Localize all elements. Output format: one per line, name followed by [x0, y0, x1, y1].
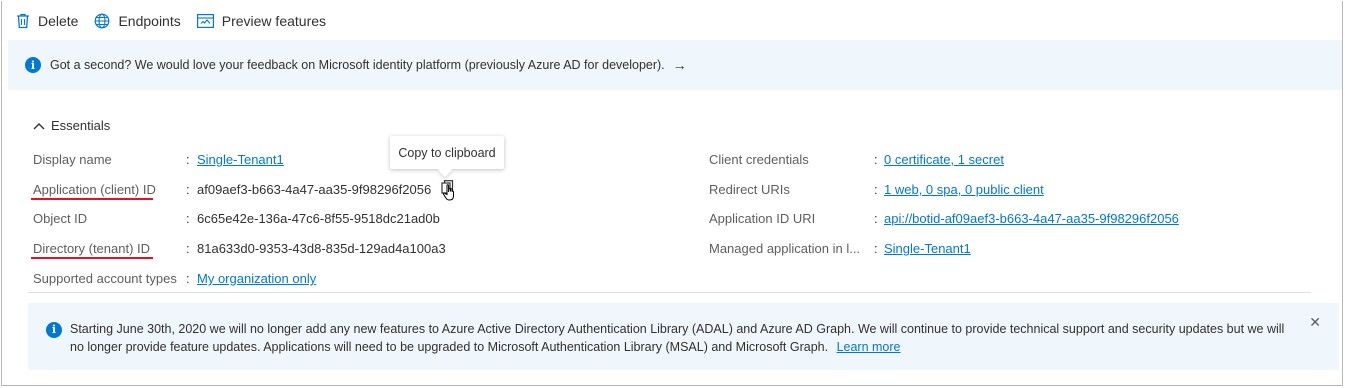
preview-features-label: Preview features — [221, 13, 327, 29]
app-id-uri-row: Application ID URI — [709, 208, 815, 228]
endpoints-label: Endpoints — [118, 13, 181, 29]
delete-button[interactable]: Delete — [16, 13, 78, 29]
essentials-toggle[interactable]: Essentials — [33, 118, 110, 133]
managed-app-row: Managed application in l... — [709, 238, 860, 258]
colon: : — [874, 241, 878, 256]
colon: : — [874, 152, 878, 167]
tenant-id-label: Directory (tenant) ID — [33, 240, 151, 256]
tooltip-text: Copy to clipboard — [398, 145, 496, 160]
copy-icon[interactable] — [441, 180, 459, 208]
arrow-right-icon[interactable]: → — [673, 57, 687, 73]
display-name-row: Display name — [33, 149, 112, 169]
tenant-id-highlight — [31, 257, 153, 259]
client-credentials-link[interactable]: 0 certificate, 1 secret — [884, 152, 1004, 167]
managed-app-link[interactable]: Single-Tenant1 — [884, 241, 971, 256]
client-id-row: Application (client) ID — [33, 179, 156, 199]
colon: : — [186, 271, 190, 286]
colon: : — [874, 182, 878, 197]
info-icon: i — [25, 57, 41, 73]
display-name-link[interactable]: Single-Tenant1 — [197, 152, 284, 167]
object-id-label: Object ID — [33, 210, 88, 226]
account-types-link[interactable]: My organization only — [197, 271, 316, 286]
client-credentials-label: Client credentials — [709, 151, 809, 167]
app-id-uri-label: Application ID URI — [709, 210, 816, 226]
preview-icon — [196, 14, 214, 28]
redirect-uris-link[interactable]: 1 web, 0 spa, 0 public client — [884, 182, 1044, 197]
delete-label: Delete — [38, 13, 79, 29]
preview-features-button[interactable]: Preview features — [196, 13, 327, 29]
client-id-value: af09aef3-b663-4a47-aa35-9f98296f2056 — [197, 182, 432, 197]
chevron-up-icon — [33, 122, 45, 129]
globe-icon — [95, 13, 110, 29]
copy-tooltip: Copy to clipboard — [390, 136, 504, 169]
managed-app-label: Managed application in l... — [709, 240, 861, 256]
trash-icon — [17, 13, 29, 29]
close-icon[interactable]: ✕ — [1309, 313, 1321, 331]
colon: : — [186, 241, 190, 256]
info-icon: i — [46, 322, 62, 338]
learn-more-link[interactable]: Learn more — [837, 340, 901, 354]
tenant-id-value: 81a633d0-9353-43d8-835d-129ad4a100a3 — [197, 241, 446, 256]
colon: : — [186, 211, 190, 226]
colon: : — [186, 152, 190, 167]
object-id-value: 6c65e42e-136a-47c6-8f55-9518dc21ad0b — [197, 211, 440, 226]
feedback-banner: i Got a second? We would love your feedb… — [8, 40, 1342, 90]
essentials-divider — [28, 292, 1311, 293]
command-bar: Delete Endpoints Preview features — [16, 10, 342, 32]
notice-text: Starting June 30th, 2020 we will no long… — [70, 322, 1285, 354]
client-id-highlight — [31, 198, 153, 200]
app-id-uri-link[interactable]: api://botid-af09aef3-b663-4a47-aa35-9f98… — [884, 211, 1179, 226]
account-types-row: Supported account types — [33, 268, 177, 288]
redirect-uris-label: Redirect URIs — [709, 181, 790, 197]
client-id-label: Application (client) ID — [33, 181, 156, 197]
redirect-uris-row: Redirect URIs — [709, 179, 790, 199]
account-types-label: Supported account types — [33, 270, 177, 286]
tenant-id-row: Directory (tenant) ID — [33, 238, 150, 258]
endpoints-button[interactable]: Endpoints — [94, 13, 181, 29]
display-name-label: Display name — [33, 151, 112, 167]
feedback-text: Got a second? We would love your feedbac… — [50, 58, 665, 72]
client-credentials-row: Client credentials — [709, 149, 809, 169]
colon: : — [874, 211, 878, 226]
essentials-title: Essentials — [51, 118, 111, 133]
notice-text-block: Starting June 30th, 2020 we will no long… — [70, 320, 1300, 356]
colon: : — [186, 182, 190, 197]
object-id-row: Object ID — [33, 208, 87, 228]
adal-notice-banner: i Starting June 30th, 2020 we will no lo… — [28, 303, 1339, 370]
